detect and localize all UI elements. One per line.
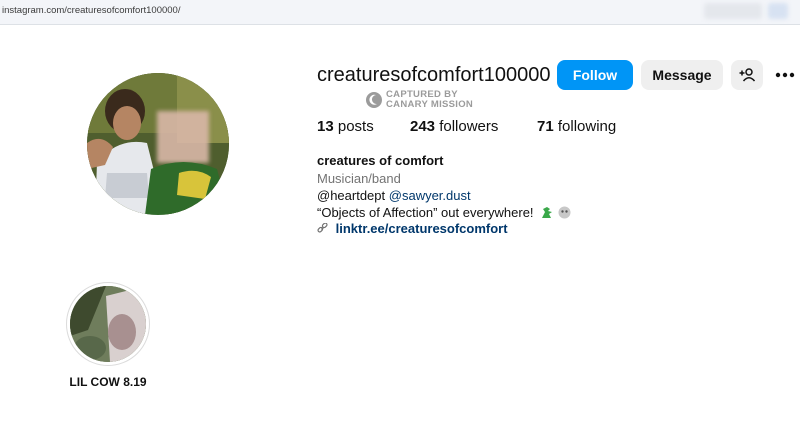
follow-button[interactable]: Follow: [557, 60, 633, 90]
canary-logo-icon: [366, 92, 382, 108]
ghost-emoji-icon: [558, 206, 571, 219]
followers-count: 243: [410, 118, 436, 135]
watermark-line2: CANARY MISSION: [386, 99, 474, 110]
bio-mentions-line: @heartdept @sawyer.dust: [317, 188, 471, 203]
story-highlight[interactable]: [66, 282, 150, 366]
following-stat[interactable]: 71 following: [537, 118, 616, 135]
more-options-button[interactable]: [774, 65, 796, 85]
highlight-label: LIL COW 8.19: [69, 375, 147, 389]
mention-sawyer-dust[interactable]: @sawyer.dust: [389, 188, 471, 203]
watermark-text: CAPTURED BY CANARY MISSION: [386, 90, 473, 110]
suggested-accounts-button[interactable]: [731, 60, 763, 90]
highlight-cover: [70, 286, 146, 362]
link-chain-icon: [317, 222, 328, 233]
browser-address-bar[interactable]: instagram.com/creaturesofcomfort100000/: [0, 0, 800, 25]
following-label: following: [557, 118, 617, 135]
following-count: 71: [537, 118, 554, 135]
profile-category: Musician/band: [317, 171, 401, 186]
message-button[interactable]: Message: [641, 60, 723, 90]
bio-text: “Objects of Affection” out everywhere!: [317, 205, 534, 220]
followers-label: followers: [439, 118, 499, 135]
more-options-icon: [775, 72, 795, 78]
posts-label: posts: [337, 118, 374, 135]
link-text: linktr.ee/creaturesofcomfort: [335, 221, 508, 236]
add-person-icon: [739, 68, 755, 82]
url-text[interactable]: instagram.com/creaturesofcomfort100000/: [2, 5, 180, 16]
canary-mission-watermark: CAPTURED BY CANARY MISSION: [366, 90, 478, 110]
toolbar-blurred-area: [704, 3, 762, 19]
dragon-emoji-icon: [542, 207, 553, 218]
followers-stat[interactable]: 243 followers: [410, 118, 498, 135]
posts-stat: 13 posts: [317, 118, 374, 135]
avatar-photo: [87, 73, 229, 215]
mention-heartdept[interactable]: @heartdept: [317, 188, 385, 203]
bio-text-line: “Objects of Affection” out everywhere!: [317, 205, 571, 220]
posts-count: 13: [317, 118, 334, 135]
profile-username: creaturesofcomfort100000: [317, 64, 551, 86]
profile-avatar[interactable]: [87, 73, 229, 215]
profile-full-name: creatures of comfort: [317, 153, 444, 168]
bio-external-link[interactable]: linktr.ee/creaturesofcomfort: [317, 221, 508, 236]
toolbar-blurred-icon: [768, 3, 788, 19]
